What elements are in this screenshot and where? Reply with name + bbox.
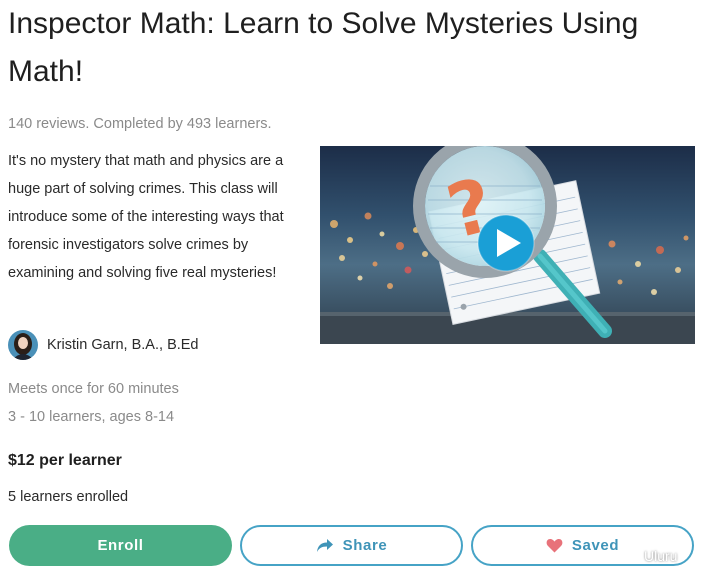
teacher-info[interactable]: Kristin Garn, B.A., B.Ed xyxy=(8,330,199,360)
heart-icon xyxy=(546,538,563,553)
course-price: $12 per learner xyxy=(8,452,122,469)
enroll-button[interactable]: Enroll xyxy=(9,525,232,566)
share-button[interactable]: Share xyxy=(240,525,463,566)
play-icon xyxy=(477,214,535,272)
chat-bubble-icon xyxy=(618,547,640,565)
teacher-avatar[interactable] xyxy=(8,330,38,360)
teacher-name[interactable]: Kristin Garn, B.A., B.Ed xyxy=(47,337,199,353)
class-size: 3 - 10 learners, ages 8-14 xyxy=(8,409,175,425)
video-thumbnail-image: ? xyxy=(320,146,695,344)
enrolled-count: 5 learners enrolled xyxy=(8,489,129,505)
class-schedule: Meets once for 60 minutes xyxy=(8,381,179,397)
course-description: It's no mystery that math and physics ar… xyxy=(8,153,284,281)
reviews-summary: 140 reviews. Completed by 493 learners. xyxy=(8,116,272,132)
enroll-button-label: Enroll xyxy=(97,537,144,554)
watermark-text: Uluru xyxy=(644,548,678,564)
video-thumbnail[interactable]: ? xyxy=(320,146,695,344)
share-icon xyxy=(316,538,334,553)
share-button-label: Share xyxy=(342,537,388,554)
saved-button-label: Saved xyxy=(571,537,620,554)
course-title: Inspector Math: Learn to Solve Mysteries… xyxy=(8,7,639,88)
watermark: Uluru xyxy=(618,547,677,565)
